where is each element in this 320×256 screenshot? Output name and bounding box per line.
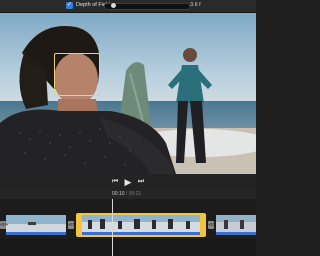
- timeline-clip-selected[interactable]: [76, 213, 206, 237]
- depth-of-field-slider[interactable]: [104, 3, 190, 10]
- depth-of-field-bar: ✓ Depth of Field 3.6 f: [0, 0, 256, 13]
- skip-back-icon[interactable]: ⏮: [110, 177, 120, 187]
- clip-thumbnail: [6, 215, 66, 232]
- current-time: 00:10: [112, 191, 125, 197]
- depth-of-field-checkbox[interactable]: ✓: [66, 2, 73, 9]
- timecode: 00:10 / 00:21: [112, 191, 141, 198]
- transition-icon[interactable]: ⊲⊳: [208, 221, 216, 229]
- transition-icon[interactable]: ⊲⊳: [68, 221, 76, 229]
- timeline-clip[interactable]: [6, 215, 66, 235]
- depth-of-field-slider-knob[interactable]: [111, 3, 116, 8]
- empty-track-area[interactable]: [0, 239, 256, 256]
- clip-trim-handle-right[interactable]: [200, 215, 204, 235]
- playback-controls: ⏮ ▶ ⏭: [0, 174, 256, 190]
- clip-audio-strip: [78, 232, 204, 235]
- skip-forward-icon[interactable]: ⏭: [136, 177, 146, 187]
- clip-thumbnail: [78, 215, 204, 232]
- total-time: 00:21: [128, 191, 142, 197]
- timeline[interactable]: 00:10 / 00:21 ⊲⊳ ⊲⊳ ⊲⊳: [0, 190, 256, 256]
- time-separator: /: [125, 191, 128, 197]
- timeline-clip[interactable]: [216, 215, 256, 235]
- playhead[interactable]: [112, 199, 113, 256]
- timeline-ruler[interactable]: 00:10 / 00:21: [0, 190, 256, 199]
- video-frame: [0, 13, 256, 174]
- clip-audio-strip: [6, 232, 66, 235]
- play-icon[interactable]: ▶: [123, 177, 133, 187]
- depth-of-field-value: 3.6 f: [190, 2, 201, 8]
- video-viewer[interactable]: [0, 13, 256, 174]
- focus-tracking-box[interactable]: [54, 53, 100, 96]
- transition-icon[interactable]: ⊲⊳: [0, 221, 8, 229]
- clip-thumbnail: [216, 215, 256, 232]
- clip-audio-strip: [216, 232, 256, 235]
- clip-trim-handle-left[interactable]: [78, 215, 82, 235]
